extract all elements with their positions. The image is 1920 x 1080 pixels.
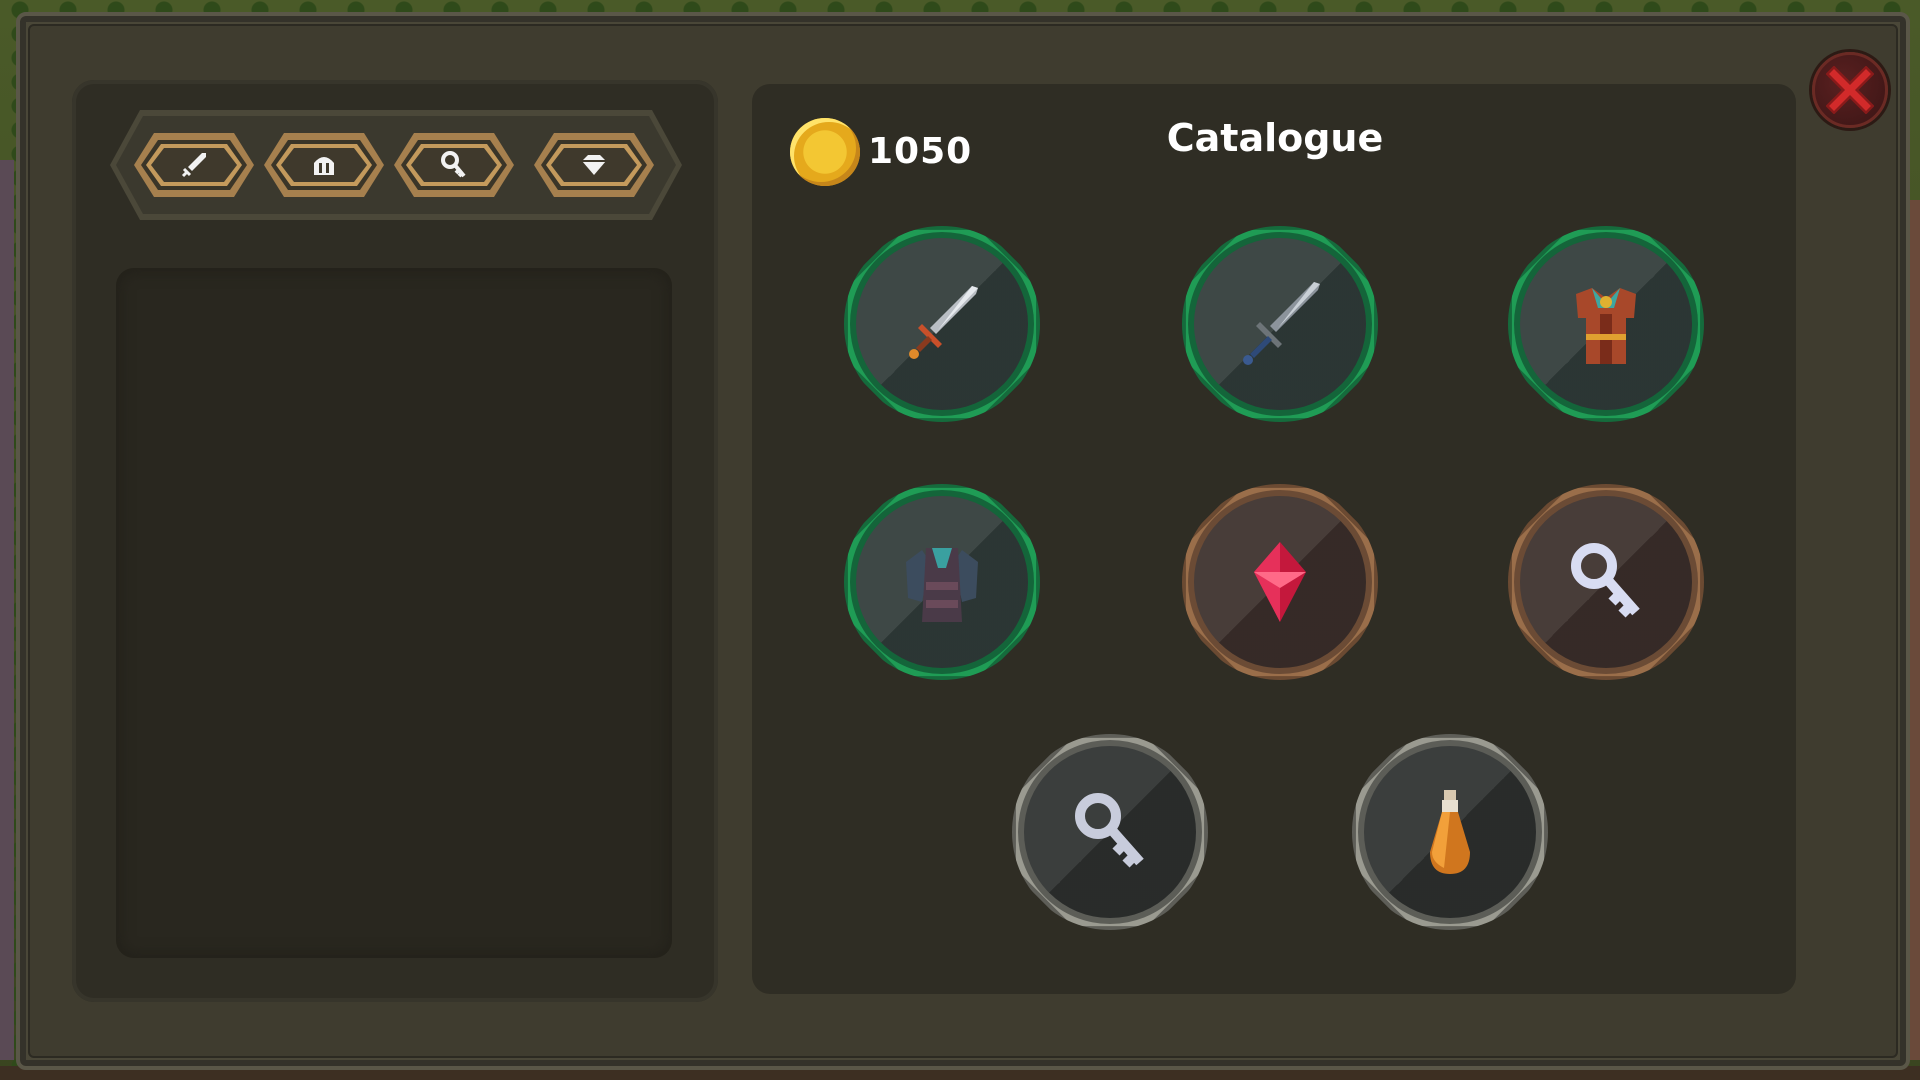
catalogue-item-long-sword[interactable]	[1182, 226, 1378, 422]
item-detail-area	[116, 268, 672, 958]
catalogue-item-red-gem[interactable]	[1182, 484, 1378, 680]
tab-armor[interactable]	[264, 133, 384, 197]
catalogue-item-orange-armor[interactable]	[1508, 226, 1704, 422]
background-wall-left	[0, 160, 14, 1060]
catalogue-item-short-sword[interactable]	[844, 226, 1040, 422]
dark-armor-icon	[906, 548, 978, 622]
grey-key-icon	[1075, 793, 1144, 868]
catalogue-title: Catalogue	[1166, 116, 1384, 160]
key-icon	[441, 151, 466, 178]
short-sword-icon	[909, 286, 978, 359]
catalogue-item-dark-armor[interactable]	[844, 484, 1040, 680]
helmet-icon	[314, 157, 334, 175]
close-button[interactable]	[1812, 52, 1888, 128]
red-gem-icon	[1254, 542, 1306, 622]
catalogue-item-grey-key[interactable]	[1012, 734, 1208, 930]
tab-gems[interactable]	[534, 133, 654, 197]
tab-weapons[interactable]	[134, 133, 254, 197]
orange-potion-icon	[1430, 790, 1470, 874]
catalogue-item-orange-potion[interactable]	[1352, 734, 1548, 930]
catalogue-item-silver-key[interactable]	[1508, 484, 1704, 680]
long-sword-icon	[1243, 282, 1320, 365]
coin-count: 1050	[868, 131, 973, 172]
close-icon	[1826, 66, 1874, 114]
tab-keys[interactable]	[394, 133, 514, 197]
orange-armor-icon	[1576, 288, 1636, 364]
diamond-icon	[582, 155, 606, 175]
gold-coin-icon	[790, 118, 860, 186]
silver-key-icon	[1571, 543, 1640, 618]
sword-icon	[181, 153, 206, 178]
